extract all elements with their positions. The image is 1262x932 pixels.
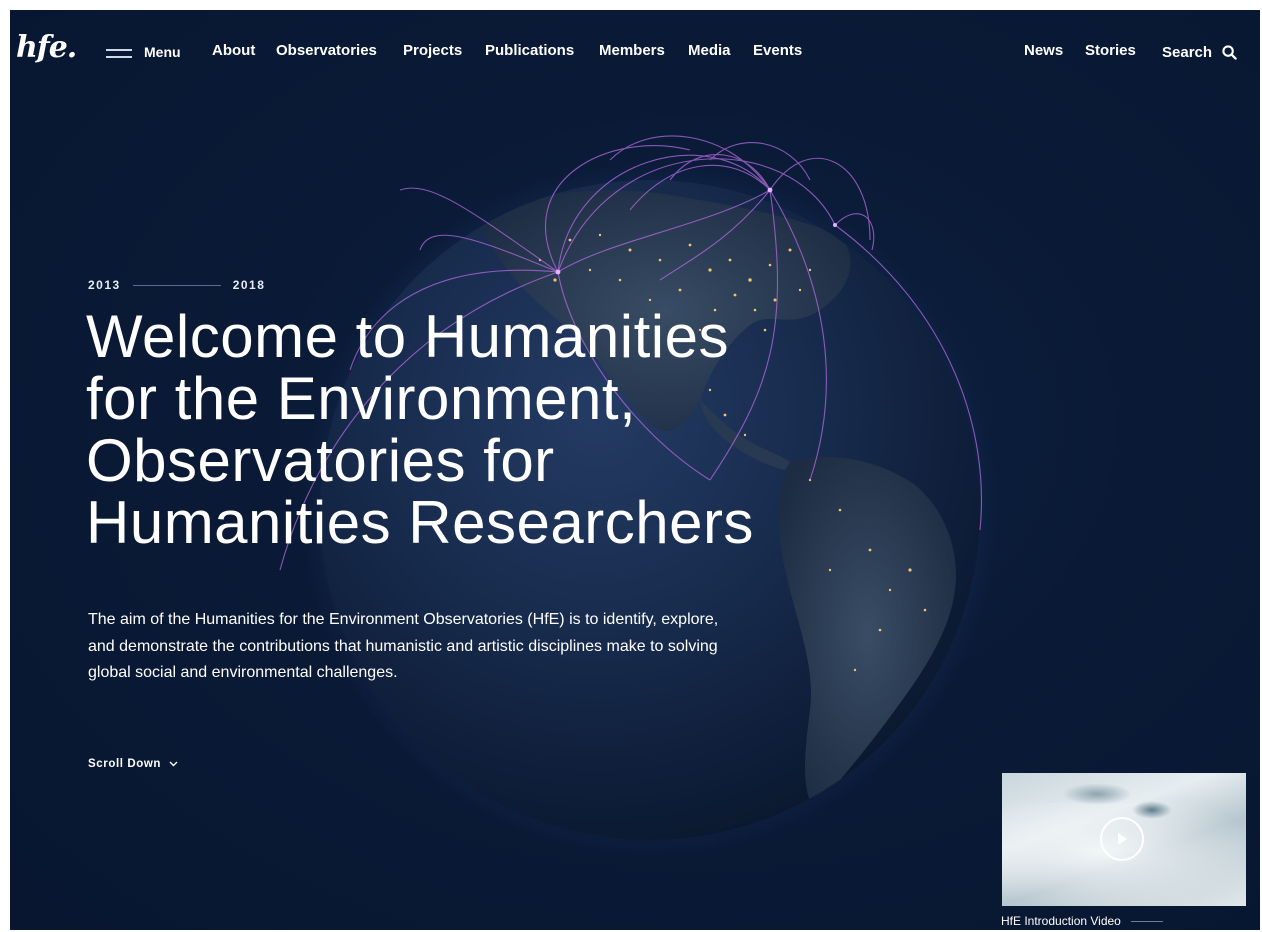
hero-title-line-2: for the Environment, xyxy=(86,365,637,432)
video-rock-texture xyxy=(1132,801,1172,819)
nav-link-news[interactable]: News xyxy=(1024,42,1063,59)
top-navigation: hfe. Menu About Observatories Projects P… xyxy=(10,10,1260,94)
nav-link-media[interactable]: Media xyxy=(688,42,731,59)
hero-title-line-1: Welcome to Humanities xyxy=(86,303,729,370)
page: hfe. Menu About Observatories Projects P… xyxy=(10,10,1260,930)
nav-link-projects[interactable]: Projects xyxy=(403,42,462,59)
hamburger-icon xyxy=(106,46,132,58)
year-end: 2018 xyxy=(232,278,266,292)
hero-title-line-3: Observatories for xyxy=(86,427,555,494)
search-button[interactable]: Search xyxy=(1162,44,1237,61)
play-button[interactable] xyxy=(1100,817,1144,861)
search-label: Search xyxy=(1162,44,1213,61)
hfe-logo[interactable]: hfe. xyxy=(16,30,77,65)
year-range: 2013 2018 xyxy=(88,278,265,292)
nav-link-members[interactable]: Members xyxy=(599,42,665,59)
menu-button[interactable]: Menu xyxy=(106,40,181,64)
scroll-down-label: Scroll Down xyxy=(88,758,162,770)
nav-link-events[interactable]: Events xyxy=(753,42,802,59)
hero-title: Welcome to Humanities for the Environmen… xyxy=(86,306,946,554)
video-caption-label: HfE Introduction Video xyxy=(1001,914,1121,928)
nav-link-about[interactable]: About xyxy=(212,42,255,59)
menu-label: Menu xyxy=(144,44,181,60)
scroll-down-button[interactable]: Scroll Down xyxy=(88,758,178,770)
search-icon xyxy=(1222,45,1237,60)
video-caption-rule xyxy=(1130,920,1163,922)
chevron-down-icon xyxy=(169,761,178,767)
year-divider xyxy=(132,284,221,286)
intro-video-thumbnail[interactable] xyxy=(1002,773,1246,906)
play-icon xyxy=(1118,833,1127,845)
year-start: 2013 xyxy=(88,278,121,292)
video-caption[interactable]: HfE Introduction Video xyxy=(1001,914,1163,928)
hero-description: The aim of the Humanities for the Enviro… xyxy=(88,611,719,681)
nav-link-observatories[interactable]: Observatories xyxy=(276,42,377,59)
nav-link-stories[interactable]: Stories xyxy=(1085,42,1136,59)
video-terrain-texture xyxy=(1062,783,1132,805)
hero-title-line-4: Humanities Researchers xyxy=(86,489,754,556)
nav-link-publications[interactable]: Publications xyxy=(485,42,574,59)
